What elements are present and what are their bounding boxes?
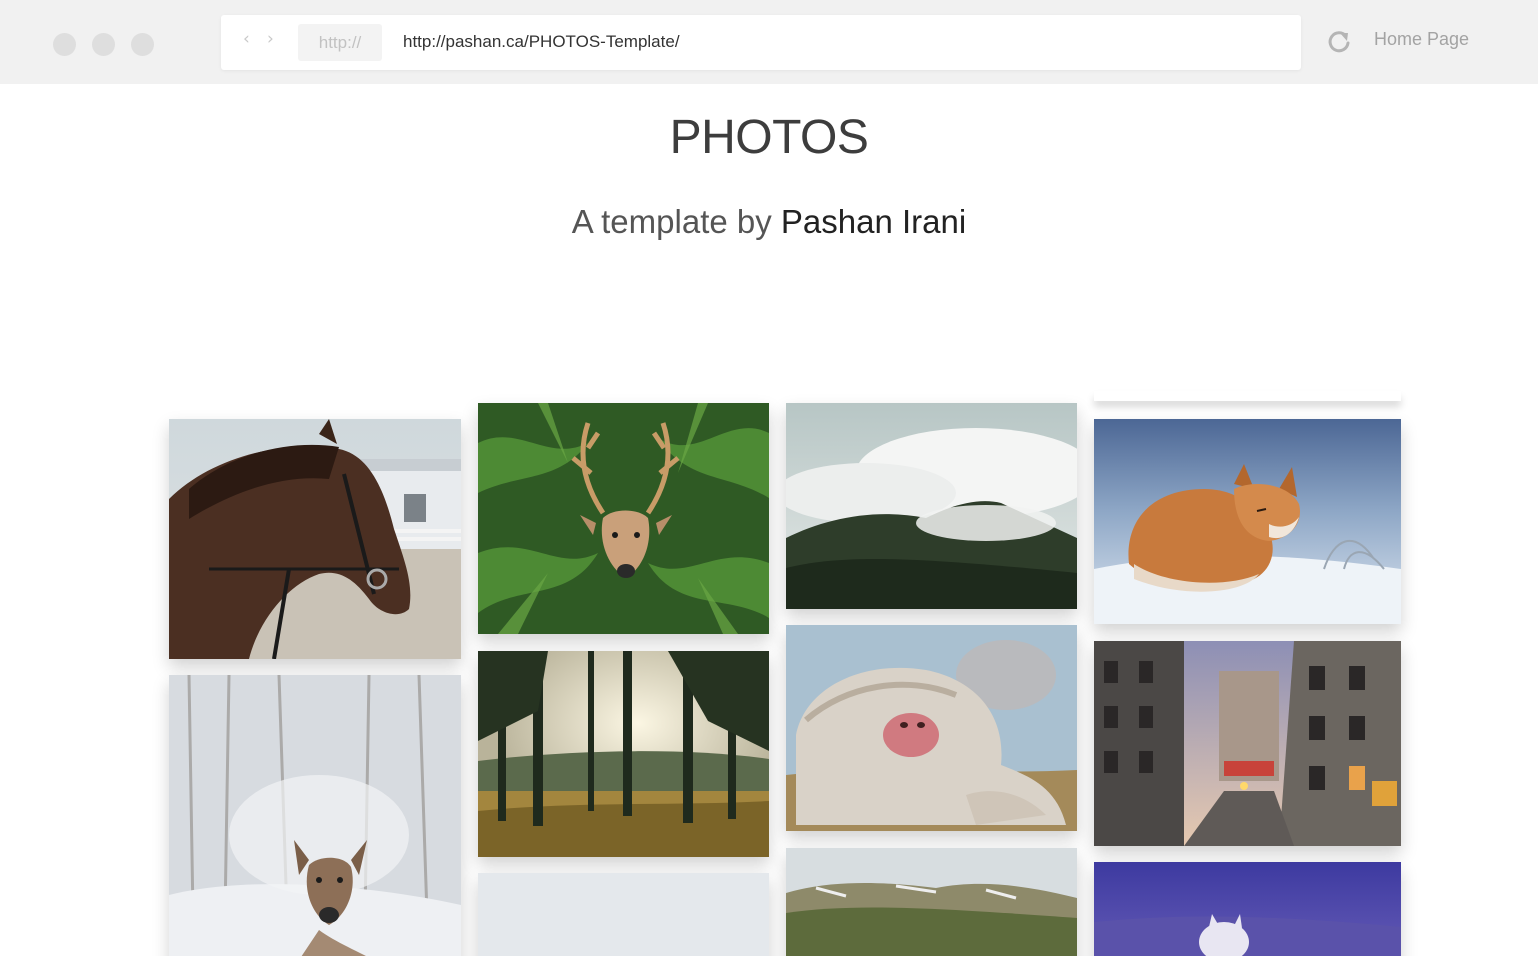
photo-deer-in-ferns[interactable] [478, 403, 769, 634]
photo-misty-mountain[interactable] [786, 403, 1077, 609]
photo-snowy-deer[interactable] [169, 675, 461, 956]
photo-green-hills[interactable] [786, 848, 1077, 956]
back-arrow-icon[interactable]: ‹ [243, 29, 250, 49]
photo-horse[interactable] [169, 419, 461, 659]
address-bar[interactable]: ‹ › http:// http://pashan.ca/PHOTOS-Temp… [221, 15, 1301, 70]
photo-top-edge[interactable] [1094, 391, 1401, 401]
subtitle-prefix: A template by [571, 203, 781, 240]
photo-forest-sunlight[interactable] [478, 651, 769, 857]
window-maximize-dot-icon[interactable] [131, 33, 154, 56]
page-title: PHOTOS [669, 111, 869, 164]
author-name[interactable]: Pashan Irani [781, 203, 966, 240]
url-text[interactable]: http://pashan.ca/PHOTOS-Template/ [403, 15, 680, 68]
photo-red-fox-in-snow[interactable] [1094, 419, 1401, 624]
browser-chrome: ‹ › http:// http://pashan.ca/PHOTOS-Temp… [0, 0, 1538, 84]
window-close-dot-icon[interactable] [53, 33, 76, 56]
photo-arctic-fox-purple[interactable] [1094, 862, 1401, 956]
reload-icon[interactable] [1326, 29, 1352, 55]
home-page-link[interactable]: Home Page [1374, 29, 1469, 50]
photo-paris-street[interactable] [1094, 641, 1401, 846]
page-subtitle: A template by Pashan Irani [0, 203, 1538, 241]
photo-snow-monkey[interactable] [786, 625, 1077, 831]
photo-misty-sky[interactable] [478, 873, 769, 956]
forward-arrow-icon[interactable]: › [267, 29, 274, 49]
window-minimize-dot-icon[interactable] [92, 33, 115, 56]
protocol-label: http:// [298, 24, 382, 61]
